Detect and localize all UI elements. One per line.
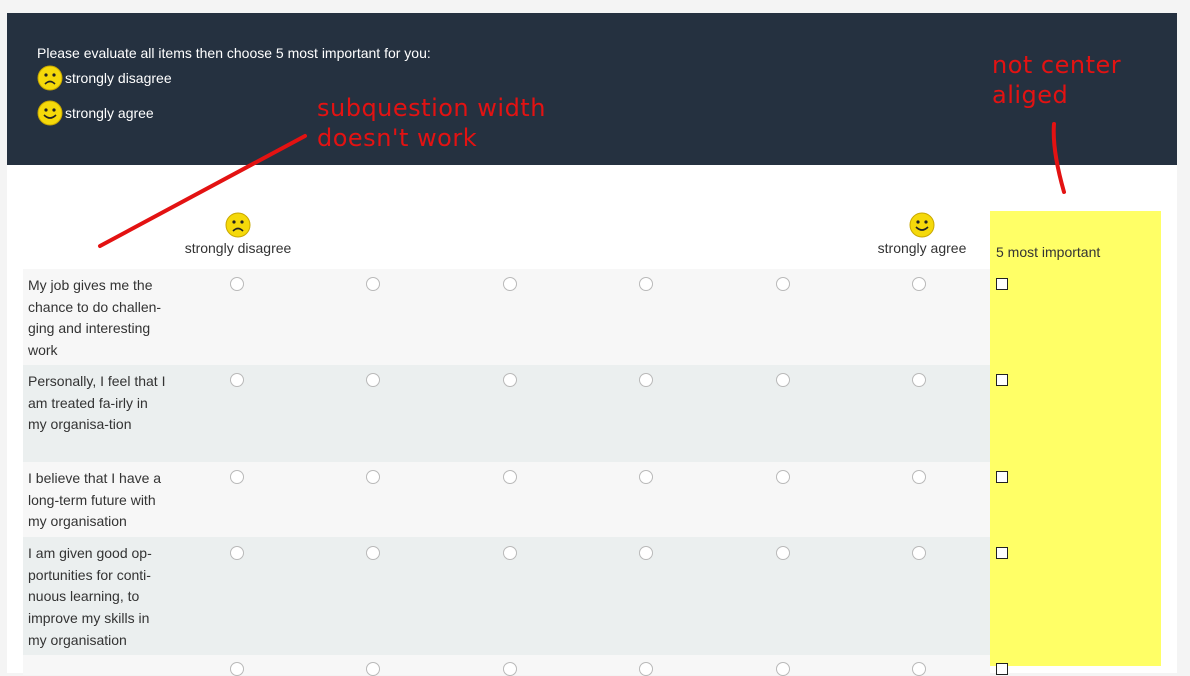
arrow-line-subquestion: [98, 134, 307, 248]
arrow-line-center: [1051, 122, 1066, 194]
annotation-center: not center aliged: [992, 51, 1122, 109]
annotation-subquestion: subquestion width doesn't work: [317, 94, 546, 152]
